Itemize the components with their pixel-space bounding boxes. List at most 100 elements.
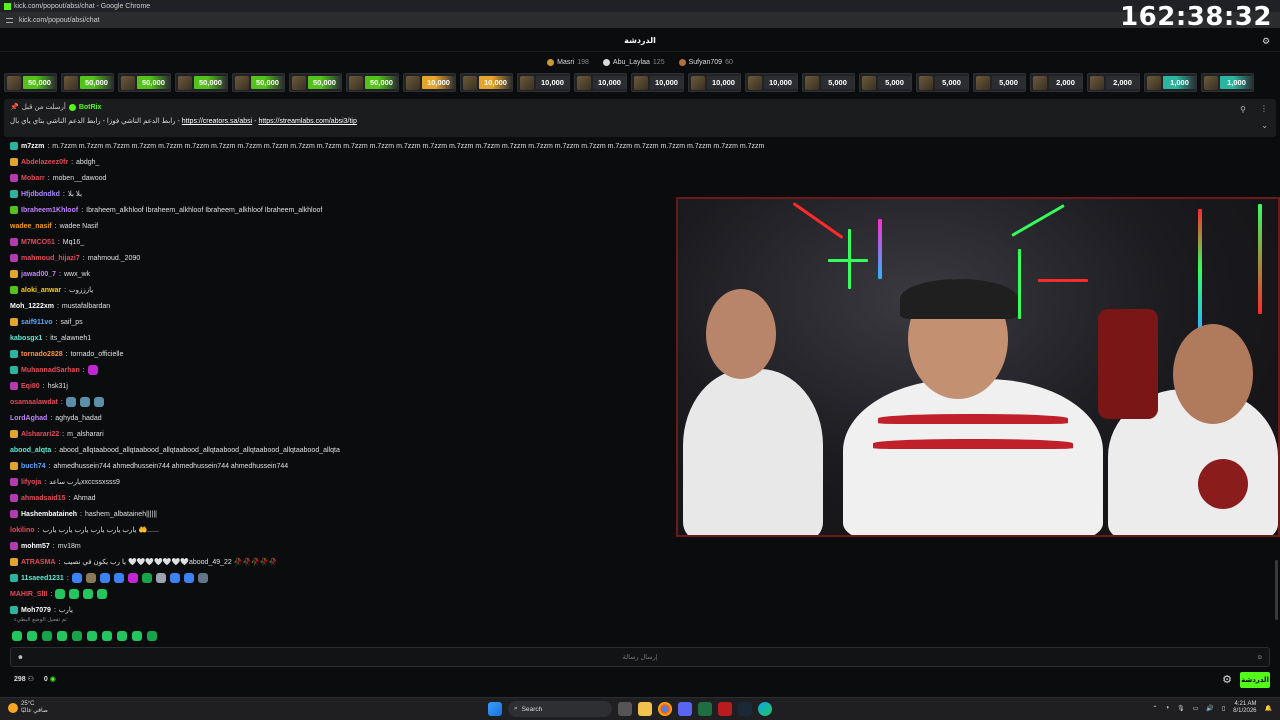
user-settings-icon[interactable]: ⚙ (1262, 36, 1272, 46)
chat-username[interactable]: jawad00_7 (21, 271, 56, 278)
chat-username[interactable]: Abdelazeez0fr (21, 159, 68, 166)
chat-username[interactable]: Ibraheem1Khloof (21, 207, 78, 214)
emote[interactable] (127, 573, 138, 583)
emote[interactable] (83, 589, 94, 599)
emote[interactable] (113, 573, 124, 583)
chevron-down-icon[interactable]: ⌄ (1261, 121, 1268, 130)
chat-username[interactable]: abood_alqta (10, 447, 51, 454)
chat-username[interactable]: MAHIR_SlII (10, 591, 47, 598)
chat-username[interactable]: aloki_anwar (21, 287, 61, 294)
tray-chevron-icon[interactable]: ⌃ (1152, 705, 1157, 712)
chat-scrollbar[interactable] (1275, 560, 1278, 620)
emote-menu-icon[interactable]: ☺ (1256, 654, 1263, 661)
gift-card[interactable]: 50,000 (118, 73, 171, 92)
address-url[interactable]: kick.com/popout/absi/chat (19, 17, 100, 24)
chat-username[interactable]: 11saeed1231 (21, 575, 64, 582)
pin-icon[interactable]: ⚲ (1240, 105, 1246, 114)
chat-username[interactable]: LordAghad (10, 415, 47, 422)
chat-username[interactable]: ahmadsaid15 (21, 495, 65, 502)
emote[interactable] (197, 573, 208, 583)
gift-card[interactable]: 1,000 (1201, 73, 1254, 92)
pinned-link-creators[interactable]: https://creators.sa/absi (182, 118, 252, 125)
emote[interactable] (85, 573, 96, 583)
emote-button[interactable] (72, 631, 82, 641)
emote[interactable] (141, 573, 152, 583)
chat-settings-icon[interactable]: ⚙ (1222, 673, 1232, 686)
chat-username[interactable]: buch74 (21, 463, 46, 470)
volume-icon[interactable]: 🔊 (1206, 705, 1213, 712)
emote[interactable] (55, 589, 66, 599)
edge-icon[interactable] (758, 702, 772, 716)
app-icon[interactable] (718, 702, 732, 716)
chat-username[interactable]: Moh7079 (21, 607, 51, 614)
gift-card[interactable]: 5,000 (802, 73, 855, 92)
tray-app-icon[interactable]: ◑ (1165, 705, 1169, 711)
discord-icon[interactable] (678, 702, 692, 716)
chat-username[interactable]: Eqi80 (21, 383, 40, 390)
gift-card[interactable]: 50,000 (232, 73, 285, 92)
emote[interactable] (99, 573, 110, 583)
chat-username[interactable]: ATRASMA (21, 559, 55, 566)
emote-button[interactable] (102, 631, 112, 641)
points-balance[interactable]: 0 ◉ (44, 675, 56, 683)
weather-widget[interactable]: 25°C صافي غالبًا (8, 701, 48, 715)
gift-card[interactable]: 10,000 (574, 73, 627, 92)
chat-username[interactable]: Mobarr (21, 175, 45, 182)
chat-username[interactable]: mahmoud_hijazi7 (21, 255, 80, 262)
emote-button[interactable] (147, 631, 157, 641)
send-chat-button[interactable]: الدردشة (1240, 672, 1270, 688)
chat-username[interactable]: tornado2828 (21, 351, 63, 358)
chat-username[interactable]: Moh_1222xm (10, 303, 54, 310)
emote-button[interactable] (12, 631, 22, 641)
emote-button[interactable] (87, 631, 97, 641)
taskbar-search[interactable]: ⌕ Search (508, 701, 612, 717)
emote-button[interactable] (117, 631, 127, 641)
pinned-author[interactable]: BotRix (79, 104, 102, 111)
steam-icon[interactable] (738, 702, 752, 716)
emote[interactable] (93, 397, 104, 407)
leaderboard-entry[interactable]: Masri 198 (547, 55, 589, 69)
chat-username[interactable]: lifyoja (21, 479, 41, 486)
gift-card[interactable]: 10,000 (403, 73, 456, 92)
gift-card[interactable]: 10,000 (460, 73, 513, 92)
chat-username[interactable]: wadee_nasif (10, 223, 52, 230)
gift-card[interactable]: 10,000 (631, 73, 684, 92)
gift-card[interactable]: 1,000 (1144, 73, 1197, 92)
gift-card[interactable]: 5,000 (973, 73, 1026, 92)
chat-username[interactable]: Hashembataineh (21, 511, 77, 518)
chat-username[interactable]: MuhannadSarhan (21, 367, 80, 374)
chat-username[interactable]: Hfjdbdndkd (21, 191, 60, 198)
excel-icon[interactable] (698, 702, 712, 716)
chat-username[interactable]: mohm57 (21, 543, 50, 550)
gift-card[interactable]: 10,000 (517, 73, 570, 92)
chat-username[interactable]: saif911vo (21, 319, 53, 326)
emote[interactable] (97, 589, 108, 599)
gift-card[interactable]: 50,000 (346, 73, 399, 92)
battery-icon[interactable]: ▯ (1222, 705, 1225, 712)
taskbar-clock[interactable]: 4:21 AM 8/1/2026 (1233, 701, 1256, 715)
emote[interactable] (79, 397, 90, 407)
task-view-icon[interactable] (618, 702, 632, 716)
emote[interactable] (69, 589, 80, 599)
gift-card[interactable]: 5,000 (916, 73, 969, 92)
gift-card[interactable]: 5,000 (859, 73, 912, 92)
emote-button[interactable] (57, 631, 67, 641)
emote[interactable] (65, 397, 76, 407)
chat-username[interactable]: Alsharari22 (21, 431, 59, 438)
gift-card[interactable]: 50,000 (61, 73, 114, 92)
notifications-icon[interactable]: 🔔 (1265, 705, 1272, 712)
chat-input-placeholder[interactable]: إرسال رسالة (623, 653, 658, 661)
chat-input[interactable]: ☻ إرسال رسالة ☺ (10, 647, 1270, 667)
network-icon[interactable]: ▭ (1193, 705, 1199, 712)
emote[interactable] (155, 573, 166, 583)
site-info-icon[interactable] (6, 17, 13, 23)
chat-username[interactable]: osamaalawdat (10, 399, 58, 406)
gift-card[interactable]: 2,000 (1087, 73, 1140, 92)
emote-button[interactable] (42, 631, 52, 641)
gift-card[interactable]: 50,000 (4, 73, 57, 92)
chrome-icon[interactable] (658, 702, 672, 716)
chat-username[interactable]: M7MCO51 (21, 239, 55, 246)
emote[interactable] (71, 573, 82, 583)
microphone-icon[interactable]: 🎙 (1177, 705, 1185, 712)
emoji-picker-icon[interactable]: ☻ (17, 654, 24, 661)
